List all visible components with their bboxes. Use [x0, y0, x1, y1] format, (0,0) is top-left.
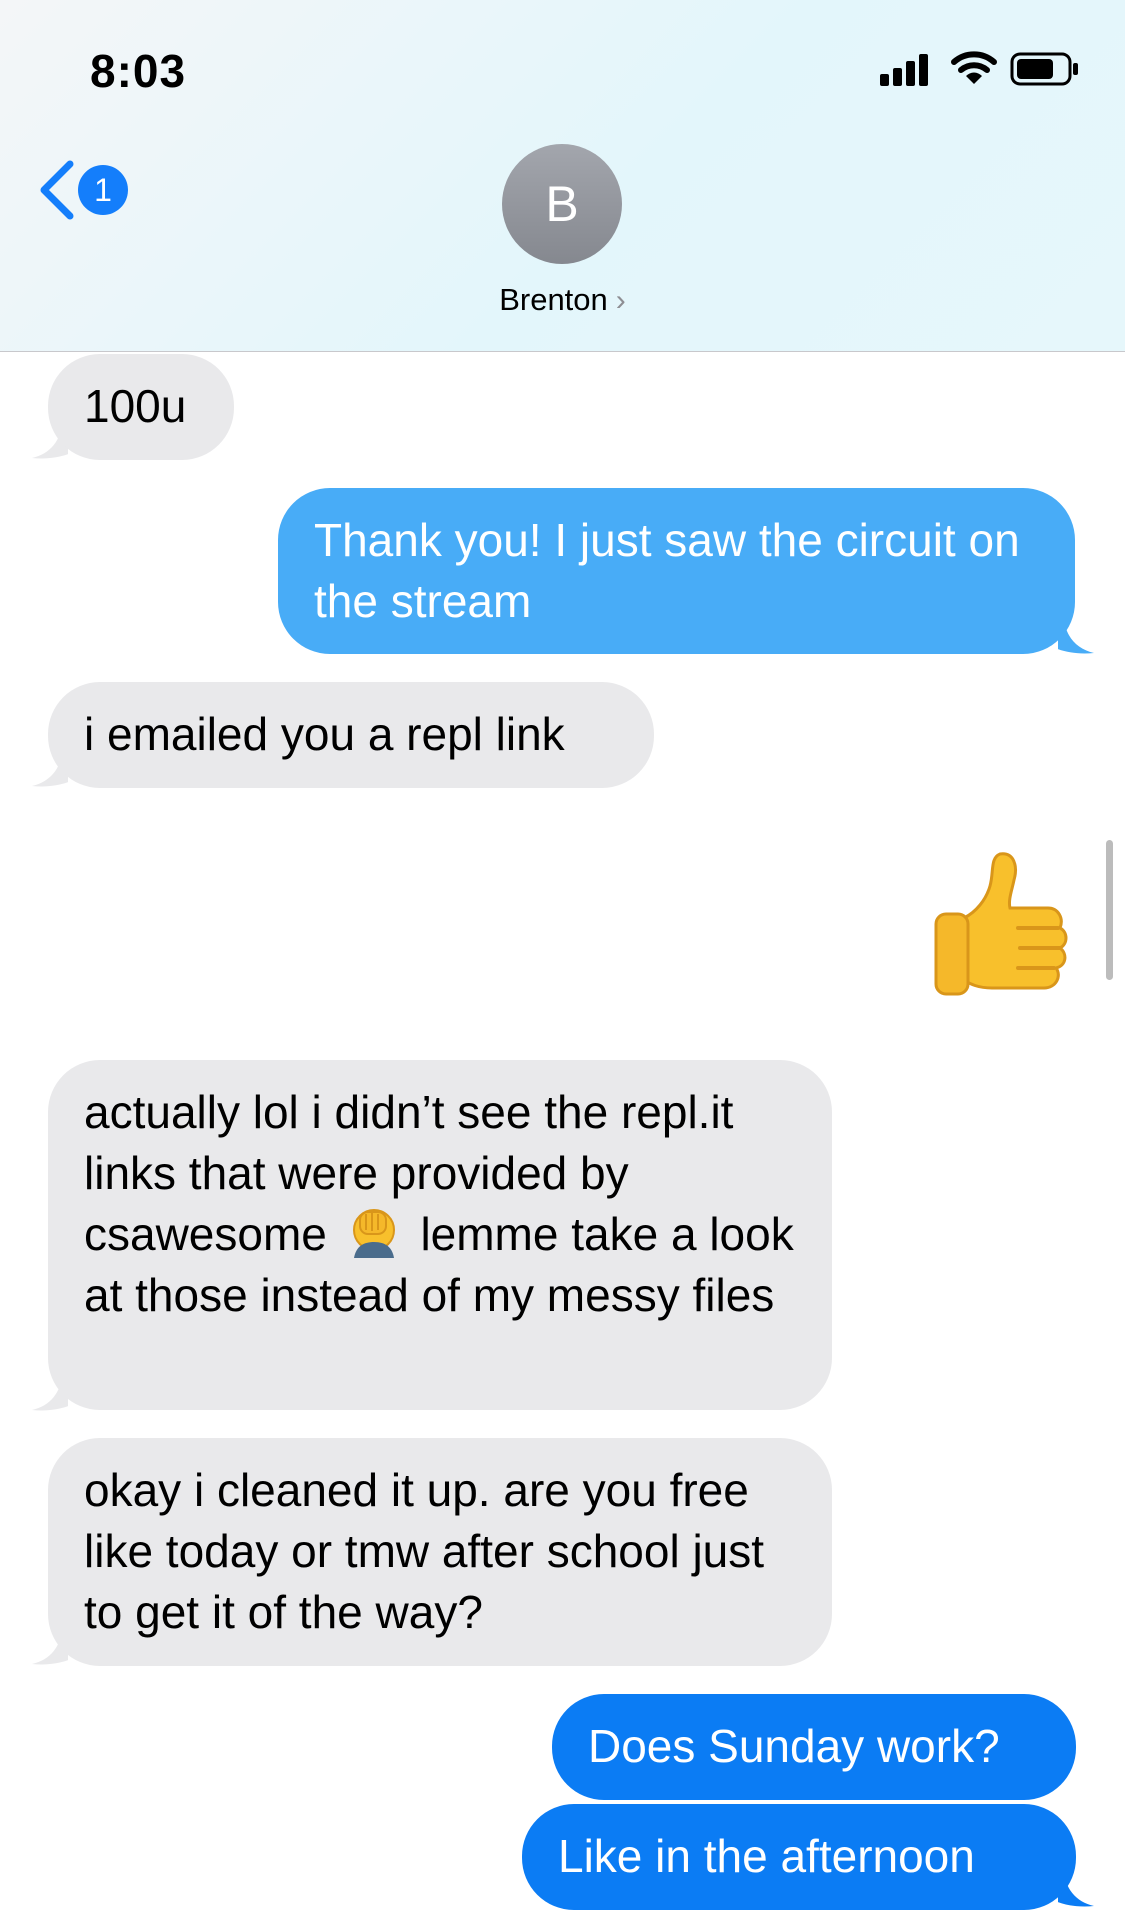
message-bubble-received[interactable]: 100u: [48, 354, 234, 460]
message-bubble-received[interactable]: actually lol i didn’t see the repl.it li…: [48, 1060, 832, 1410]
status-time: 8:03: [90, 45, 187, 97]
unread-count-badge: 1: [78, 165, 128, 215]
message-bubble-received[interactable]: okay i cleaned it up. are you free like …: [48, 1438, 832, 1666]
message-text: okay i cleaned it up. are you free like …: [84, 1464, 765, 1638]
conversation-header: 8:03 1 B Brenton ›: [0, 0, 1125, 352]
cellular-signal-icon: [880, 52, 932, 86]
back-button[interactable]: 1: [36, 155, 146, 225]
message-text: 100u: [84, 380, 187, 432]
contact-name: Brenton: [499, 282, 608, 317]
face-palm-icon: [352, 1209, 395, 1258]
message-text: Like in the afternoon: [558, 1830, 975, 1882]
scrollbar[interactable]: [1106, 840, 1113, 980]
wifi-icon: [951, 51, 997, 84]
message-bubble-sent[interactable]: Like in the afternoon: [522, 1804, 1076, 1910]
contact-avatar[interactable]: B: [502, 144, 622, 264]
battery-icon: [1010, 52, 1078, 86]
message-text: i emailed you a repl link: [84, 708, 565, 760]
message-text: Thank you! I just saw the circuit on the…: [314, 514, 1020, 627]
contact-name-button[interactable]: Brenton ›: [0, 282, 1125, 318]
message-bubble-sent[interactable]: Thank you! I just saw the circuit on the…: [278, 488, 1075, 654]
chevron-right-icon: ›: [615, 284, 626, 317]
message-bubble-sent[interactable]: Does Sunday work?: [552, 1694, 1076, 1800]
chevron-left-icon: [40, 160, 74, 220]
message-bubble-received[interactable]: i emailed you a repl link: [48, 682, 654, 788]
message-text: Does Sunday work?: [588, 1720, 1000, 1772]
thumbs-up-icon[interactable]: [930, 848, 1075, 998]
